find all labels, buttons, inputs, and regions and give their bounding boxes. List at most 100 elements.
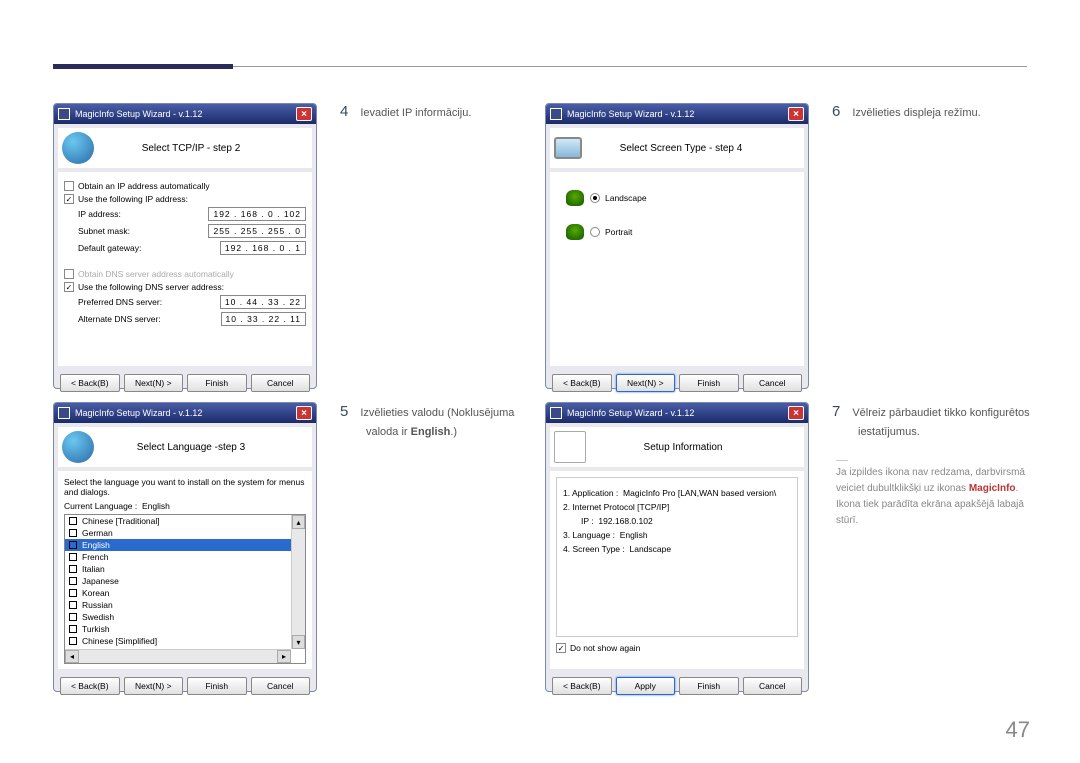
square-icon: [69, 589, 77, 597]
pdns-input[interactable]: 10 . 44 . 33 . 22: [220, 295, 306, 309]
cursor-icon: [554, 431, 586, 463]
adns-input[interactable]: 10 . 33 . 22 . 11: [221, 312, 306, 326]
close-icon[interactable]: ×: [788, 107, 804, 121]
language-list[interactable]: Chinese [Traditional] GermanEnglishFrench…: [64, 514, 306, 664]
checkbox-auto-ip[interactable]: [64, 181, 74, 191]
step-num: 4: [340, 103, 348, 120]
close-icon[interactable]: ×: [296, 107, 312, 121]
tree-icon: [566, 190, 584, 206]
next-button[interactable]: Next(N) >: [616, 374, 676, 392]
cancel-button[interactable]: Cancel: [251, 677, 311, 695]
lang-item[interactable]: Chinese [Traditional]: [65, 515, 305, 527]
label: Obtain an IP address automatically: [78, 181, 210, 191]
lang-item[interactable]: Swedish: [65, 611, 305, 623]
value: MagicInfo Pro [LAN,WAN based version\: [623, 488, 776, 498]
step-num: 5: [340, 403, 348, 420]
back-button[interactable]: < Back(B): [60, 374, 120, 392]
next-button[interactable]: Next(N) >: [124, 374, 184, 392]
value: English: [620, 530, 648, 540]
wizard-body: Landscape Portrait: [550, 172, 804, 366]
back-button[interactable]: < Back(B): [552, 677, 612, 695]
finish-button[interactable]: Finish: [187, 677, 247, 695]
step-desc: Izvēlieties valodu (Noklusējuma: [360, 407, 514, 419]
label: 1. Application :: [563, 488, 618, 498]
globe-icon: [62, 132, 94, 164]
app-icon: [550, 407, 562, 419]
cancel-button[interactable]: Cancel: [743, 677, 803, 695]
mask-input[interactable]: 255 . 255 . 255 . 0: [208, 224, 306, 238]
titlebar[interactable]: MagicInfo Setup Wizard - v.1.12 ×: [546, 104, 808, 124]
apply-button[interactable]: Apply: [616, 677, 676, 695]
step6-caption: 6Izvēlieties displeja režīmu.: [832, 100, 1032, 124]
lang-name: Italian: [82, 564, 105, 574]
lang-item[interactable]: Korean: [65, 587, 305, 599]
titlebar[interactable]: MagicInfo Setup Wizard - v.1.12 ×: [546, 403, 808, 423]
lang-name: Turkish: [82, 624, 110, 634]
square-icon: [69, 517, 77, 525]
lang-name: Chinese [Simplified]: [82, 636, 157, 646]
next-button[interactable]: Next(N) >: [124, 677, 184, 695]
back-button[interactable]: < Back(B): [552, 374, 612, 392]
lang-item[interactable]: French: [65, 551, 305, 563]
step-desc: Ievadiet IP informāciju.: [360, 107, 471, 119]
wizard-header: Select Language -step 3: [58, 427, 312, 467]
lang-item[interactable]: Italian: [65, 563, 305, 575]
lang-item[interactable]: German: [65, 527, 305, 539]
button-row: < Back(B) Apply Finish Cancel: [546, 669, 808, 705]
checkbox-manual-dns[interactable]: [64, 282, 74, 292]
scroll-right-icon[interactable]: ▸: [277, 650, 291, 663]
lang-item[interactable]: English: [65, 539, 305, 551]
window-title: MagicInfo Setup Wizard - v.1.12: [75, 408, 296, 418]
checkbox-manual-ip[interactable]: [64, 194, 74, 204]
step-title: Select Language -step 3: [102, 442, 280, 453]
radio-landscape[interactable]: [590, 193, 600, 203]
gateway-input[interactable]: 192 . 168 . 0 . 1: [220, 241, 306, 255]
ip-input[interactable]: 192 . 168 . 0 . 102: [208, 207, 306, 221]
label: Do not show again: [570, 643, 640, 653]
scrollbar-vertical[interactable]: ▴ ▾: [291, 515, 305, 649]
finish-button[interactable]: Finish: [679, 677, 739, 695]
lang-name: German: [82, 528, 113, 538]
finish-button[interactable]: Finish: [187, 374, 247, 392]
radio-portrait[interactable]: [590, 227, 600, 237]
label: Subnet mask:: [78, 226, 130, 236]
cancel-button[interactable]: Cancel: [743, 374, 803, 392]
wizard-header: Select Screen Type - step 4: [550, 128, 804, 168]
lang-name: Chinese [Traditional]: [82, 516, 160, 526]
lang-name: Russian: [82, 600, 113, 610]
scroll-left-icon[interactable]: ◂: [65, 650, 79, 663]
wizard-body: 1. Application : MagicInfo Pro [LAN,WAN …: [550, 471, 804, 669]
footnote: Ja izpildes ikona nav redzama, darbvirsm…: [836, 460, 1046, 529]
window-title: MagicInfo Setup Wizard - v.1.12: [567, 109, 788, 119]
button-row: < Back(B) Next(N) > Finish Cancel: [54, 669, 316, 705]
lang-item[interactable]: Japanese: [65, 575, 305, 587]
lang-name: Korean: [82, 588, 109, 598]
scroll-down-icon[interactable]: ▾: [292, 635, 305, 649]
close-icon[interactable]: ×: [788, 406, 804, 420]
back-button[interactable]: < Back(B): [60, 677, 120, 695]
lang-name: French: [82, 552, 108, 562]
lang-item[interactable]: Chinese [Simplified]: [65, 635, 305, 647]
desc: Select the language you want to install …: [64, 477, 306, 497]
page-number: 47: [1006, 717, 1030, 743]
close-icon[interactable]: ×: [296, 406, 312, 420]
app-icon: [58, 108, 70, 120]
cancel-button[interactable]: Cancel: [251, 374, 311, 392]
note-line: Ja izpildes ikona nav redzama, darbvirsm…: [836, 465, 1046, 481]
lang-item[interactable]: Russian: [65, 599, 305, 611]
finish-button[interactable]: Finish: [679, 374, 739, 392]
scroll-up-icon[interactable]: ▴: [292, 515, 305, 529]
note-line: veiciet dubultklikšķi uz ikonas: [836, 483, 969, 494]
titlebar[interactable]: MagicInfo Setup Wizard - v.1.12 ×: [54, 403, 316, 423]
step-desc: valoda ir: [366, 426, 411, 438]
step-desc-bold: English: [411, 426, 451, 438]
value: 192.168.0.102: [598, 516, 652, 526]
checkbox-noshow[interactable]: [556, 643, 566, 653]
wizard-setup-info: MagicInfo Setup Wizard - v.1.12 × Setup …: [545, 402, 809, 692]
window-title: MagicInfo Setup Wizard - v.1.12: [75, 109, 296, 119]
lang-item[interactable]: Turkish: [65, 623, 305, 635]
label: 4. Screen Type :: [563, 544, 625, 554]
titlebar[interactable]: MagicInfo Setup Wizard - v.1.12 ×: [54, 104, 316, 124]
scrollbar-horizontal[interactable]: ◂ ▸: [65, 649, 291, 663]
window-title: MagicInfo Setup Wizard - v.1.12: [567, 408, 788, 418]
